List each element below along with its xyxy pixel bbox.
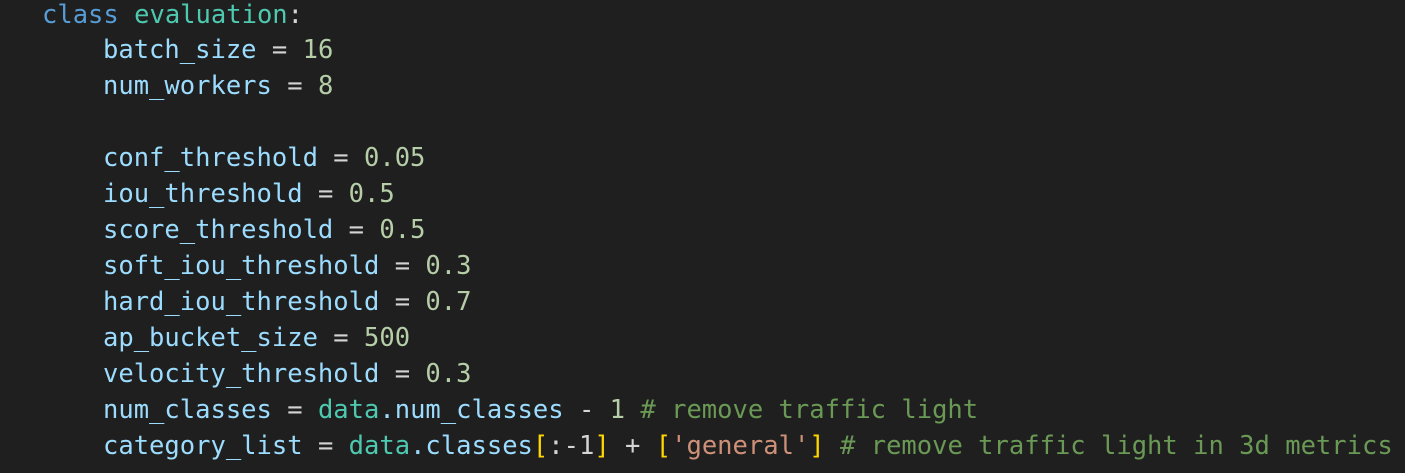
minus-operator: - (563, 395, 610, 425)
assign-operator: = (379, 251, 426, 281)
numeric-value: 0.05 (364, 143, 426, 173)
string-literal: general (686, 431, 794, 461)
attribute-name: .num_classes (379, 395, 564, 425)
attribute-name: .classes (410, 431, 533, 461)
variable-name: num_workers (103, 71, 272, 101)
code-editor[interactable]: class evaluation: batch_size = 16 num_wo… (0, 0, 1405, 473)
variable-name: score_threshold (103, 215, 334, 245)
numeric-value: 0.5 (379, 215, 426, 245)
plus-operator: + (609, 431, 656, 461)
numeric-value: 500 (364, 323, 411, 353)
assign-operator: = (333, 215, 380, 245)
variable-name: iou_threshold (103, 179, 303, 209)
code-line: soft_iou_threshold = 0.3 (0, 248, 471, 284)
list-open-bracket: [ (655, 431, 672, 461)
code-line: conf_threshold = 0.05 (0, 140, 425, 176)
slice-close-bracket: ] (594, 431, 610, 461)
assign-operator: = (271, 395, 318, 425)
numeric-value: 0.5 (348, 179, 395, 209)
module-name: data (317, 395, 380, 425)
slice-expression: :-1 (548, 431, 595, 461)
code-line: velocity_threshold = 0.3 (0, 356, 471, 392)
code-line-category-list: category_list = data.classes[:-1] + ['ge… (0, 428, 1393, 464)
assign-operator: = (379, 287, 426, 317)
module-name: data (348, 431, 411, 461)
variable-name: ap_bucket_size (103, 323, 318, 353)
code-line: num_workers = 8 (0, 68, 333, 104)
variable-name: num_classes (103, 395, 272, 425)
variable-name: hard_iou_threshold (103, 287, 380, 317)
list-close-bracket: ] (809, 431, 825, 461)
assign-operator: = (379, 359, 426, 389)
assign-operator: = (256, 35, 303, 65)
variable-name: category_list (103, 431, 303, 461)
assign-operator: = (317, 323, 364, 353)
numeric-value: 0.3 (425, 251, 472, 281)
assign-operator: = (302, 179, 349, 209)
string-quote-open: ' (671, 431, 687, 461)
assign-operator: = (271, 71, 318, 101)
code-line: hard_iou_threshold = 0.7 (0, 284, 471, 320)
code-line: ap_bucket_size = 500 (0, 320, 410, 356)
class-name: evaluation (134, 0, 288, 30)
class-keyword: class (42, 0, 119, 30)
code-line-num-classes: num_classes = data.num_classes - 1 # rem… (0, 392, 978, 428)
code-line-class-def: class evaluation: (0, 0, 303, 33)
numeric-value: 0.7 (425, 287, 472, 317)
assign-operator: = (302, 431, 349, 461)
numeric-value: 16 (302, 35, 334, 65)
code-line: iou_threshold = 0.5 (0, 176, 395, 212)
code-comment: # remove traffic light in 3d metrics (824, 431, 1393, 461)
variable-name: soft_iou_threshold (103, 251, 380, 281)
numeric-value: 8 (317, 71, 334, 101)
numeric-value: 1 (609, 395, 626, 425)
code-comment: # remove traffic light (625, 395, 979, 425)
class-colon: : (287, 0, 304, 30)
variable-name: batch_size (103, 35, 257, 65)
numeric-value: 0.3 (425, 359, 472, 389)
assign-operator: = (317, 143, 364, 173)
variable-name: conf_threshold (103, 143, 318, 173)
code-line: score_threshold = 0.5 (0, 212, 425, 248)
string-quote-close: ' (793, 431, 810, 461)
variable-name: velocity_threshold (103, 359, 380, 389)
slice-open-bracket: [ (532, 431, 549, 461)
code-line: batch_size = 16 (0, 32, 333, 68)
